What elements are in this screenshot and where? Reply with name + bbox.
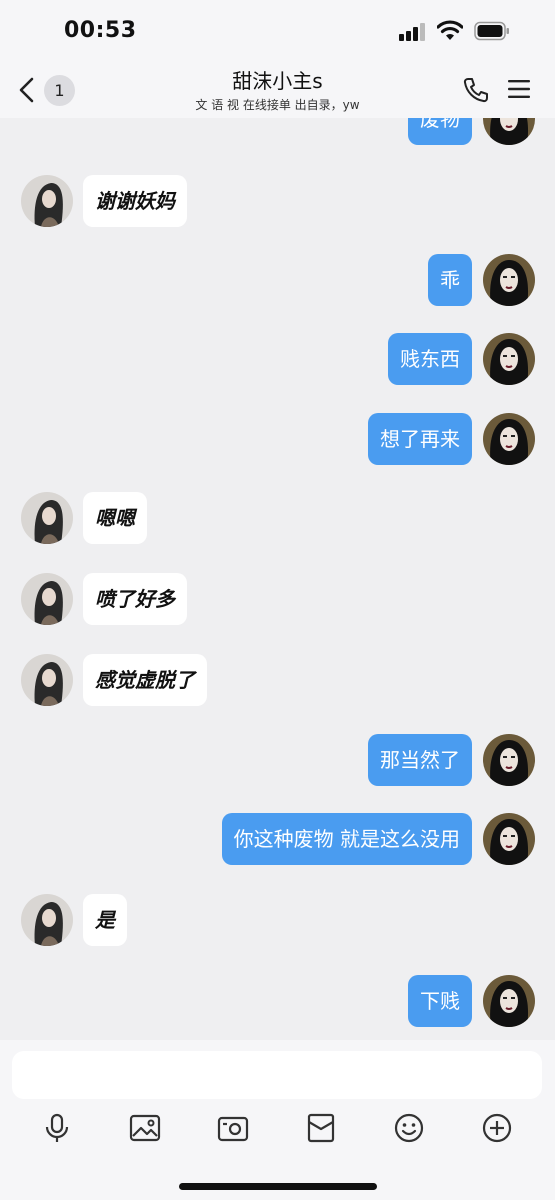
contact-avatar[interactable] bbox=[21, 573, 73, 625]
image-icon[interactable] bbox=[129, 1112, 161, 1144]
my-avatar[interactable] bbox=[483, 734, 535, 786]
input-area bbox=[0, 1040, 555, 1200]
camera-icon[interactable] bbox=[217, 1112, 249, 1144]
message-row: 感觉虚脱了 bbox=[0, 652, 555, 708]
message-row: 谢谢妖妈 bbox=[0, 173, 555, 229]
wifi-icon bbox=[437, 20, 463, 40]
contact-avatar[interactable] bbox=[21, 175, 73, 227]
received-message-bubble[interactable]: 是 bbox=[83, 894, 127, 946]
microphone-icon[interactable] bbox=[41, 1112, 73, 1144]
my-avatar[interactable] bbox=[483, 813, 535, 865]
my-avatar[interactable] bbox=[483, 254, 535, 306]
message-row: 那当然了 bbox=[0, 732, 555, 788]
sent-message-bubble[interactable]: 你这种废物 就是这么没用 bbox=[221, 813, 472, 865]
message-list[interactable]: 废物谢谢妖妈乖贱东西想了再来嗯嗯喷了好多感觉虚脱了那当然了你这种废物 就是这么没… bbox=[0, 118, 555, 1040]
message-row: 废物 bbox=[0, 118, 555, 147]
message-row: 喷了好多 bbox=[0, 571, 555, 627]
message-row: 下贱 bbox=[0, 973, 555, 1029]
sent-message-bubble[interactable]: 废物 bbox=[408, 118, 472, 145]
contact-avatar[interactable] bbox=[21, 894, 73, 946]
chat-header: 1 甜沫小主s 文 语 视 在线接单 出自录，yw bbox=[0, 62, 555, 118]
plus-icon[interactable] bbox=[481, 1112, 513, 1144]
message-row: 嗯嗯 bbox=[0, 490, 555, 546]
received-message-bubble[interactable]: 嗯嗯 bbox=[83, 492, 147, 544]
red-packet-icon[interactable] bbox=[305, 1112, 337, 1144]
contact-avatar[interactable] bbox=[21, 492, 73, 544]
sent-message-bubble[interactable]: 乖 bbox=[428, 254, 472, 306]
message-row: 贱东西 bbox=[0, 331, 555, 387]
my-avatar[interactable] bbox=[483, 333, 535, 385]
message-row: 乖 bbox=[0, 252, 555, 308]
sent-message-bubble[interactable]: 想了再来 bbox=[368, 413, 472, 465]
contact-avatar[interactable] bbox=[21, 654, 73, 706]
received-message-bubble[interactable]: 感觉虚脱了 bbox=[83, 654, 207, 706]
received-message-bubble[interactable]: 喷了好多 bbox=[83, 573, 187, 625]
battery-icon bbox=[474, 21, 509, 41]
phone-icon[interactable] bbox=[462, 76, 490, 104]
menu-icon[interactable] bbox=[508, 79, 530, 99]
message-input[interactable] bbox=[12, 1051, 542, 1099]
status-bar: 00:53 bbox=[0, 0, 555, 62]
status-time: 00:53 bbox=[64, 18, 137, 43]
my-avatar[interactable] bbox=[483, 118, 535, 145]
message-row: 你这种废物 就是这么没用 bbox=[0, 811, 555, 867]
my-avatar[interactable] bbox=[483, 413, 535, 465]
sent-message-bubble[interactable]: 那当然了 bbox=[368, 734, 472, 786]
sent-message-bubble[interactable]: 下贱 bbox=[408, 975, 472, 1027]
message-row: 是 bbox=[0, 892, 555, 948]
home-indicator bbox=[179, 1183, 377, 1190]
sent-message-bubble[interactable]: 贱东西 bbox=[388, 333, 472, 385]
message-row: 想了再来 bbox=[0, 411, 555, 467]
my-avatar[interactable] bbox=[483, 975, 535, 1027]
received-message-bubble[interactable]: 谢谢妖妈 bbox=[83, 175, 187, 227]
emoji-icon[interactable] bbox=[393, 1112, 425, 1144]
cellular-signal-icon bbox=[399, 23, 427, 41]
